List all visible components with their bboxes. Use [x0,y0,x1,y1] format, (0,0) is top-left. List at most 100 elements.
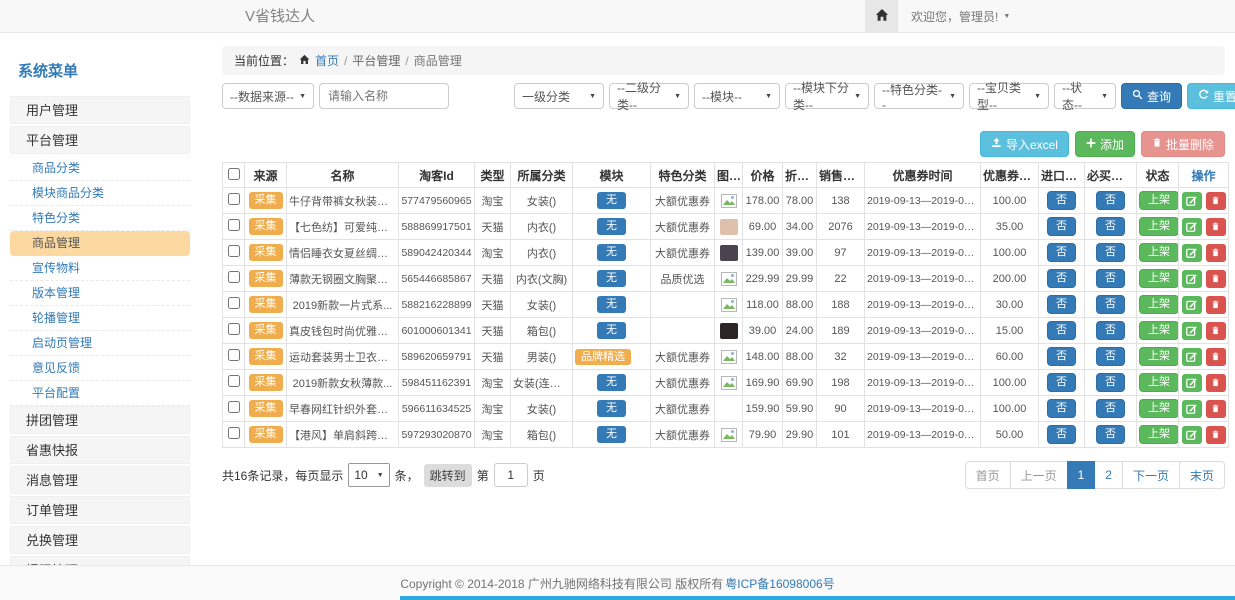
import-optional-toggle[interactable]: 否 [1047,321,1076,340]
row-checkbox[interactable] [228,349,240,361]
must-buy-toggle[interactable]: 否 [1096,191,1125,210]
edit-button[interactable] [1182,244,1202,262]
batch-delete-button[interactable]: 批量删除 [1141,131,1225,157]
status-toggle[interactable]: 上架 [1139,243,1179,262]
delete-button[interactable] [1206,374,1226,392]
must-buy-toggle[interactable]: 否 [1096,217,1125,236]
delete-button[interactable] [1206,270,1226,288]
delete-button[interactable] [1206,348,1226,366]
module-sub-category-select[interactable]: --模块下分类--▼ [785,83,869,109]
edit-button[interactable] [1182,296,1202,314]
level1-category-select[interactable]: 一级分类▼ [514,83,604,109]
search-button[interactable]: 查询 [1121,83,1182,109]
row-checkbox[interactable] [228,375,240,387]
status-toggle[interactable]: 上架 [1139,217,1179,236]
row-checkbox[interactable] [228,193,240,205]
delete-button[interactable] [1206,400,1226,418]
sidebar-item-groupbuy-management[interactable]: 拼团管理 [10,406,190,434]
sidebar-item-order-management[interactable]: 订单管理 [10,496,190,524]
status-toggle[interactable]: 上架 [1139,373,1179,392]
edit-button[interactable] [1182,348,1202,366]
row-checkbox[interactable] [228,245,240,257]
sidebar-item-feature-category[interactable]: 特色分类 [10,206,190,231]
sidebar-item-module-goods-category[interactable]: 模块商品分类 [10,181,190,206]
per-page-select[interactable]: 10 ▼ [348,463,389,487]
add-button[interactable]: 添加 [1075,131,1135,157]
row-checkbox[interactable] [228,219,240,231]
delete-button[interactable] [1206,192,1226,210]
must-buy-toggle[interactable]: 否 [1096,295,1125,314]
row-checkbox[interactable] [228,323,240,335]
sidebar-item-promo-materials[interactable]: 宣传物料 [10,256,190,281]
must-buy-toggle[interactable]: 否 [1096,399,1125,418]
edit-button[interactable] [1182,426,1202,444]
icp-link[interactable]: 粤ICP备16098006号 [725,575,834,592]
sidebar-item-exchange-management[interactable]: 兑换管理 [10,526,190,554]
import-optional-toggle[interactable]: 否 [1047,269,1076,288]
import-optional-toggle[interactable]: 否 [1047,425,1076,444]
must-buy-toggle[interactable]: 否 [1096,243,1125,262]
module-select[interactable]: --模块--▼ [694,83,780,109]
page-button-page-2[interactable]: 2 [1094,461,1123,489]
edit-button[interactable] [1182,192,1202,210]
sidebar-item-platform-management[interactable]: 平台管理 [10,126,190,154]
delete-button[interactable] [1206,244,1226,262]
edit-button[interactable] [1182,322,1202,340]
edit-button[interactable] [1182,400,1202,418]
sidebar-item-feedback[interactable]: 意见反馈 [10,356,190,381]
sidebar-item-splash-page-management[interactable]: 启动页管理 [10,331,190,356]
page-button-first[interactable]: 首页 [965,461,1011,489]
import-optional-toggle[interactable]: 否 [1047,217,1076,236]
sidebar-item-saving-express[interactable]: 省惠快报 [10,436,190,464]
sidebar-item-platform-config[interactable]: 平台配置 [10,381,190,406]
breadcrumb-home-link[interactable]: 首页 [315,52,339,69]
item-type-select[interactable]: --宝贝类型--▼ [969,83,1049,109]
page-button-last[interactable]: 末页 [1179,461,1225,489]
import-optional-toggle[interactable]: 否 [1047,347,1076,366]
status-toggle[interactable]: 上架 [1139,347,1179,366]
status-toggle[interactable]: 上架 [1139,321,1179,340]
import-optional-toggle[interactable]: 否 [1047,191,1076,210]
import-optional-toggle[interactable]: 否 [1047,373,1076,392]
level2-category-select[interactable]: --二级分类--▼ [609,83,689,109]
row-checkbox[interactable] [228,297,240,309]
must-buy-toggle[interactable]: 否 [1096,373,1125,392]
sidebar-item-carousel-management[interactable]: 轮播管理 [10,306,190,331]
status-toggle[interactable]: 上架 [1139,399,1179,418]
user-menu[interactable]: 欢迎您，管理员! ▼ [911,8,1010,25]
row-checkbox[interactable] [228,427,240,439]
import-optional-toggle[interactable]: 否 [1047,399,1076,418]
page-jump-input[interactable] [494,463,528,487]
import-optional-toggle[interactable]: 否 [1047,243,1076,262]
reset-button[interactable]: 重置 [1187,83,1235,109]
page-button-page-1[interactable]: 1 [1067,461,1096,489]
delete-button[interactable] [1206,296,1226,314]
status-toggle[interactable]: 上架 [1139,191,1179,210]
name-input[interactable] [319,83,449,109]
must-buy-toggle[interactable]: 否 [1096,425,1125,444]
feature-category-select[interactable]: --特色分类--▼ [874,83,964,109]
row-checkbox[interactable] [228,401,240,413]
sidebar-item-user-management[interactable]: 用户管理 [10,96,190,124]
import-optional-toggle[interactable]: 否 [1047,295,1076,314]
must-buy-toggle[interactable]: 否 [1096,347,1125,366]
edit-button[interactable] [1182,218,1202,236]
status-toggle[interactable]: 上架 [1139,269,1179,288]
delete-button[interactable] [1206,426,1226,444]
page-button-next[interactable]: 下一页 [1122,461,1180,489]
data-source-select[interactable]: --数据来源--▼ [222,83,314,109]
home-button[interactable] [865,0,898,33]
edit-button[interactable] [1182,374,1202,392]
edit-button[interactable] [1182,270,1202,288]
status-select[interactable]: --状态--▼ [1054,83,1116,109]
delete-button[interactable] [1206,218,1226,236]
must-buy-toggle[interactable]: 否 [1096,321,1125,340]
jump-button[interactable]: 跳转到 [424,464,472,487]
import-excel-button[interactable]: 导入excel [980,131,1069,157]
page-button-previous[interactable]: 上一页 [1010,461,1068,489]
row-checkbox[interactable] [228,271,240,283]
sidebar-item-goods-category[interactable]: 商品分类 [10,156,190,181]
sidebar-item-version-management[interactable]: 版本管理 [10,281,190,306]
status-toggle[interactable]: 上架 [1139,425,1179,444]
sidebar-item-message-management[interactable]: 消息管理 [10,466,190,494]
